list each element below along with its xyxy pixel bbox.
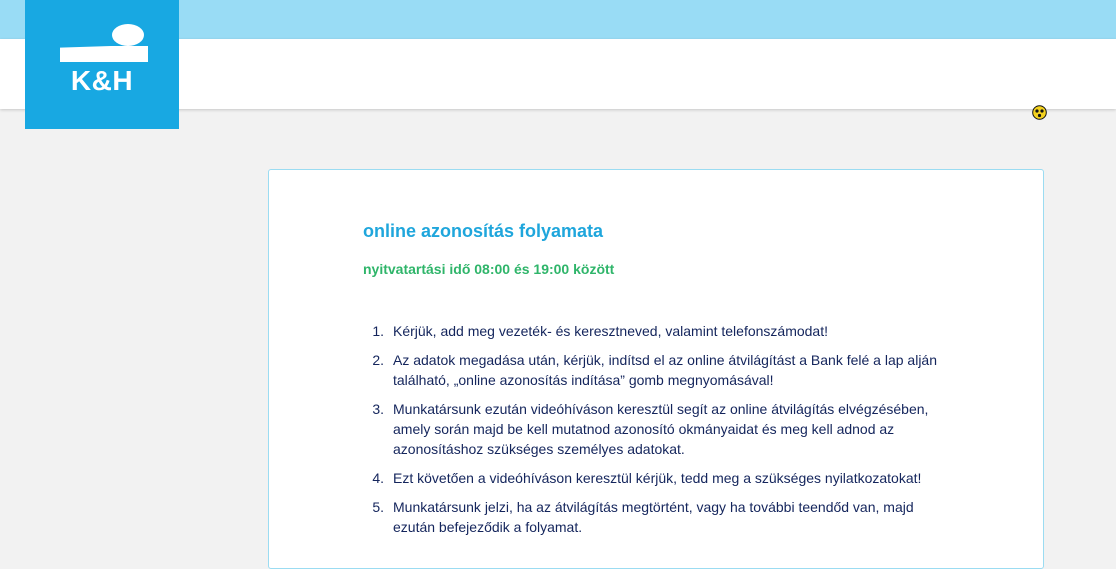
step-text: Kérjük, add meg vezeték- és keresztneved…: [393, 323, 828, 339]
opening-hours: nyitvatartási idő 08:00 és 19:00 között: [363, 261, 615, 277]
logo-emblem-ball: [112, 24, 144, 46]
kh-logo[interactable]: K&H: [25, 0, 179, 129]
step-number: 3.: [372, 401, 384, 417]
page-title: online azonosítás folyamata: [363, 221, 604, 241]
process-steps-list: 1. Kérjük, add meg vezeték- és keresztne…: [372, 321, 953, 546]
logo-wordmark: K&H: [70, 65, 134, 96]
step-text: Munkatársunk ezután videóhíváson kereszt…: [393, 401, 929, 457]
list-item: 5. Munkatársunk jelzi, ha az átvilágítás…: [372, 497, 953, 537]
step-number: 1.: [372, 323, 384, 339]
step-text: Az adatok megadása után, kérjük, indítsd…: [393, 352, 938, 388]
list-item: 2. Az adatok megadása után, kérjük, indí…: [372, 350, 953, 390]
list-item: 1. Kérjük, add meg vezeték- és keresztne…: [372, 321, 953, 341]
list-item: 3. Munkatársunk ezután videóhíváson kere…: [372, 399, 953, 459]
list-item: 4. Ezt követően a videóhíváson keresztül…: [372, 468, 953, 488]
step-number: 5.: [372, 499, 384, 515]
low-vision-accessibility-icon[interactable]: [1032, 105, 1047, 120]
step-text: Ezt követően a videóhíváson keresztül ké…: [393, 470, 922, 486]
step-text: Munkatársunk jelzi, ha az átvilágítás me…: [393, 499, 914, 535]
step-number: 4.: [372, 470, 384, 486]
step-number: 2.: [372, 352, 384, 368]
identification-card: online azonosítás folyamata nyitvatartás…: [268, 169, 1044, 569]
logo-emblem-bar: [60, 46, 148, 62]
